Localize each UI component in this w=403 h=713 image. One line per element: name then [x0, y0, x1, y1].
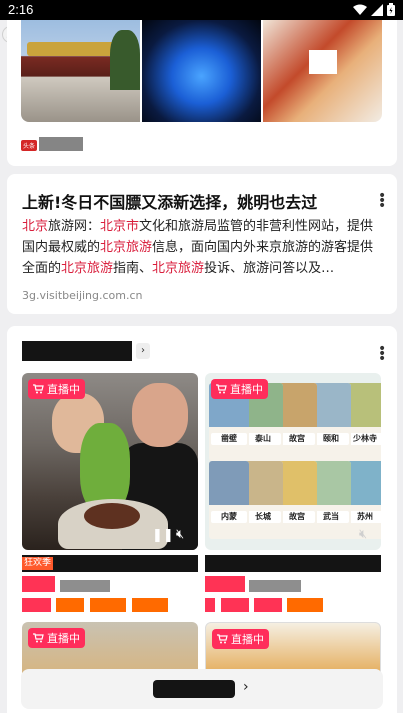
snippet-keyword: 北京: [22, 219, 49, 234]
live-label: 直播中: [47, 632, 80, 645]
battery-icon: [387, 3, 395, 16]
source-name-redacted: [39, 137, 83, 151]
book-cover: 故宫: [277, 383, 317, 461]
book-title: 长城: [245, 511, 281, 523]
live-label: 直播中: [231, 633, 264, 646]
tag-redacted: [221, 598, 249, 612]
view-more-bar[interactable]: ›: [21, 669, 383, 709]
tag-redacted: [205, 598, 215, 612]
signal-icon: [371, 3, 383, 16]
search-result-card[interactable]: 上新!冬日不国膘又添新选择，姚明也去过 • • • 北京旅游网：北京市文化和旅游局监…: [7, 174, 397, 314]
cart-icon: [217, 634, 228, 644]
tag-redacted: [56, 598, 84, 612]
live-badge: 直播中: [28, 379, 85, 399]
status-bar: 2:16: [0, 0, 403, 20]
live-shopping-card[interactable]: › • • • 直播中 ❚❚ 🔇︎ 苏州 武当 故宫 长城 内蒙 少林寺 颐和 故宫 泰山 凿壁 直播…: [7, 326, 397, 713]
snippet-keyword: 北京旅游: [152, 261, 205, 276]
tag-redacted: [287, 598, 323, 612]
view-more-button-redacted[interactable]: [153, 680, 235, 698]
promo-tag: 狂欢季: [22, 557, 54, 570]
tag-redacted: [90, 598, 126, 612]
image-temple[interactable]: [21, 20, 140, 122]
card-header-redacted[interactable]: [22, 341, 132, 361]
tag-redacted: [22, 598, 51, 612]
book-title: 少林寺: [347, 433, 381, 445]
live-video-1[interactable]: 直播中 ❚❚ 🔇︎: [22, 373, 198, 550]
image-strip[interactable]: [21, 20, 382, 122]
book-cover: 武当: [311, 461, 351, 539]
cart-icon: [33, 633, 44, 643]
book-title: 内蒙: [211, 511, 247, 523]
result-domain[interactable]: 3g.visitbeijing.com.cn: [22, 289, 143, 302]
wifi-icon: [353, 4, 367, 15]
image-result-card[interactable]: 头条: [7, 20, 397, 166]
live-badge: 直播中: [211, 379, 268, 399]
live-video-2[interactable]: 苏州 武当 故宫 长城 内蒙 少林寺 颐和 故宫 泰山 凿壁 直播中 🔇︎: [205, 373, 381, 550]
snippet-keyword: 北京市: [100, 219, 140, 234]
book-cover: 颐和: [311, 383, 351, 461]
image-hotpot[interactable]: [263, 20, 382, 122]
result-snippet: 北京旅游网：北京市文化和旅游局监管的非营利性网站，提供国内最权威的北京旅游信息，…: [22, 216, 379, 279]
chevron-right-icon[interactable]: ›: [136, 343, 150, 359]
source-badge: 头条: [21, 140, 38, 151]
book-title: 凿壁: [211, 433, 247, 445]
snippet-keyword: 北京旅游: [100, 240, 153, 255]
book-title: 泰山: [245, 433, 281, 445]
snippet-text: 指南、: [113, 261, 153, 276]
title-redacted: [60, 580, 110, 592]
tag-redacted: [132, 598, 168, 612]
image-water-cube[interactable]: [142, 20, 261, 122]
tag-redacted: [254, 598, 282, 612]
cart-icon: [216, 384, 227, 394]
live-badge: 直播中: [212, 629, 269, 649]
more-options-icon[interactable]: • • •: [378, 189, 386, 213]
live-badge: 直播中: [28, 628, 85, 648]
chevron-right-icon[interactable]: ›: [243, 679, 249, 695]
book-cover: 故宫: [277, 461, 317, 539]
price-redacted: [205, 576, 245, 592]
result-title[interactable]: 上新!冬日不国膘又添新选择，姚明也去过: [22, 189, 317, 213]
price-redacted: [22, 576, 55, 592]
title-redacted: [249, 580, 301, 592]
mute-icon[interactable]: 🔇︎: [359, 527, 367, 542]
book-cover: 长城: [243, 461, 283, 539]
promo-strip: 狂欢季: [22, 555, 198, 572]
snippet-keyword: 北京旅游: [61, 261, 114, 276]
status-time: 2:16: [8, 2, 34, 17]
more-options-icon[interactable]: • • •: [378, 342, 386, 366]
book-title: 故宫: [279, 433, 315, 445]
status-icons: [353, 3, 395, 16]
book-cover: 内蒙: [209, 461, 249, 539]
book-title: 颐和: [313, 433, 349, 445]
mute-icon[interactable]: 🔇︎: [176, 527, 184, 542]
book-title: 故宫: [279, 511, 315, 523]
cart-icon: [33, 384, 44, 394]
snippet-text: 旅游网：: [48, 219, 101, 234]
book-title: 武当: [313, 511, 349, 523]
promo-strip-redacted: [205, 555, 381, 572]
book-title: 苏州: [347, 511, 381, 523]
live-label: 直播中: [230, 383, 263, 396]
snippet-text: 投诉、旅游问答以及…: [204, 261, 335, 276]
pause-icon[interactable]: ❚❚: [152, 528, 174, 543]
live-label: 直播中: [47, 383, 80, 396]
